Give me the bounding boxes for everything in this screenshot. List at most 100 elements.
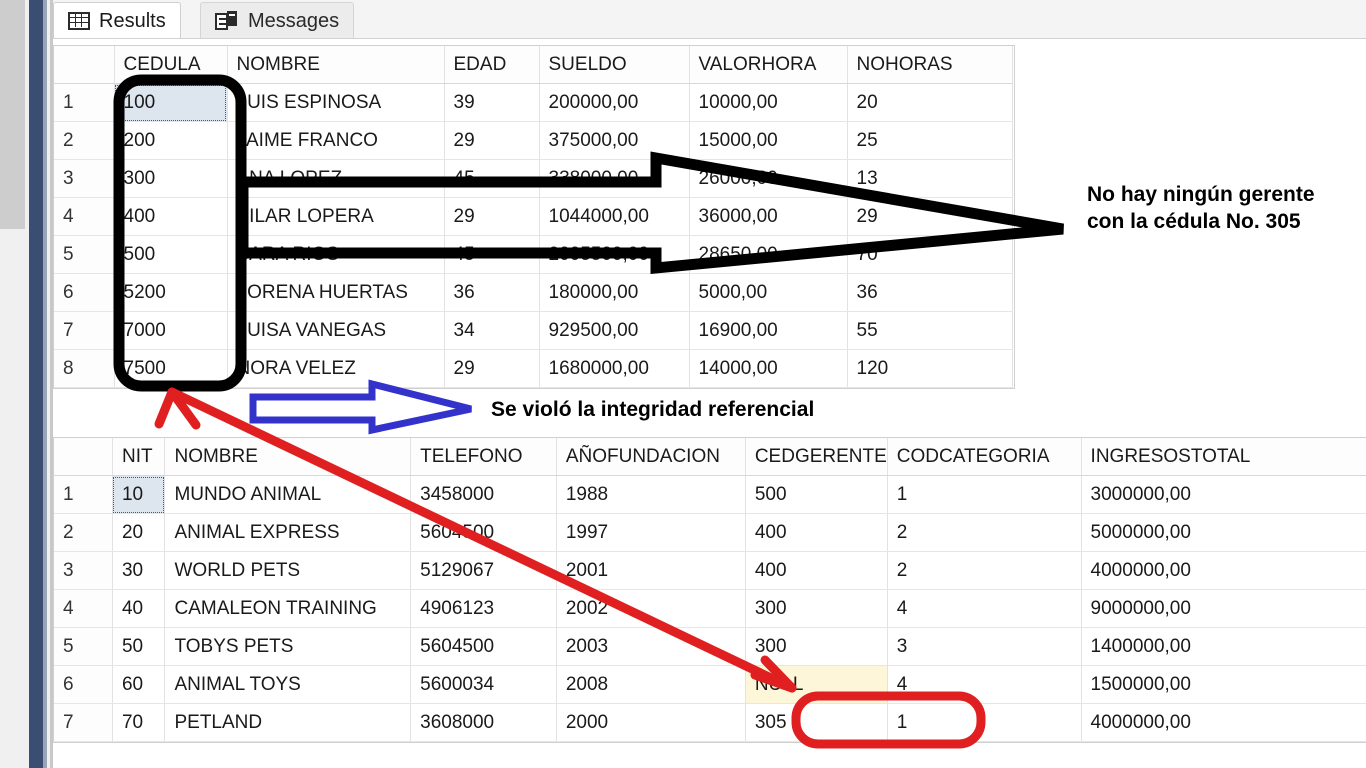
table-cell[interactable]: 28650,00: [689, 235, 848, 274]
table-row[interactable]: 2 200 JAIME FRANCO 29 375000,00 15000,00 25: [54, 121, 1013, 160]
table-cell[interactable]: 7500: [114, 349, 228, 388]
table-cell[interactable]: 2008: [556, 665, 746, 704]
table-cell[interactable]: 300: [114, 159, 228, 198]
row-number[interactable]: 2: [54, 513, 113, 552]
row-number[interactable]: 1: [54, 475, 113, 514]
row-number[interactable]: 4: [54, 197, 115, 236]
table-cell[interactable]: 10000,00: [689, 83, 848, 122]
table-cell[interactable]: LUISA VANEGAS: [227, 311, 445, 350]
table-cell[interactable]: 120: [847, 349, 1013, 388]
table-cell[interactable]: CAMALEON TRAINING: [164, 589, 412, 628]
table-cell[interactable]: PETLAND: [164, 703, 412, 742]
table-cell[interactable]: 10: [112, 475, 166, 514]
column-header-añofundacion[interactable]: AÑOFUNDACION: [556, 438, 746, 476]
table-cell[interactable]: 29: [444, 121, 540, 160]
tab-results[interactable]: Results: [53, 2, 181, 38]
table-cell[interactable]: 4906123: [410, 589, 557, 628]
table-cell[interactable]: 36: [444, 273, 540, 312]
row-number[interactable]: 5: [54, 627, 113, 666]
column-header-sueldo[interactable]: SUELDO: [539, 46, 690, 84]
table-cell[interactable]: JAIME FRANCO: [227, 121, 445, 160]
table-cell[interactable]: 25: [847, 121, 1013, 160]
table-cell[interactable]: 2002: [556, 589, 746, 628]
table-cell[interactable]: 34: [444, 311, 540, 350]
table-cell[interactable]: 5600034: [410, 665, 557, 704]
table-cell[interactable]: TOBYS PETS: [164, 627, 412, 666]
table-cell[interactable]: MUNDO ANIMAL: [164, 475, 412, 514]
table-row[interactable]: 3 300 ANA LOPEZ 45 338000,00 26000,00 13: [54, 159, 1013, 198]
table-cell[interactable]: LUIS ESPINOSA: [227, 83, 445, 122]
table-cell[interactable]: 7000: [114, 311, 228, 350]
table-cell[interactable]: 305: [745, 703, 888, 742]
table-cell[interactable]: NORA VELEZ: [227, 349, 445, 388]
table-cell[interactable]: 1500000,00: [1081, 665, 1366, 704]
table-cell[interactable]: 400: [745, 551, 888, 590]
table-cell[interactable]: 29: [444, 197, 540, 236]
table-cell[interactable]: 5200: [114, 273, 228, 312]
column-header-nombre[interactable]: NOMBRE: [227, 46, 445, 84]
column-header-nohoras[interactable]: NOHORAS: [847, 46, 1013, 84]
table-cell[interactable]: 2: [887, 551, 1082, 590]
row-number[interactable]: 3: [54, 159, 115, 198]
table-cell[interactable]: ANIMAL EXPRESS: [164, 513, 412, 552]
table-cell[interactable]: 500: [114, 235, 228, 274]
column-header-nit[interactable]: NIT: [112, 438, 166, 476]
table-row[interactable]: 5 50 TOBYS PETS 5604500 2003 300 3 1400000,00: [54, 627, 1366, 666]
table-cell[interactable]: NULL: [745, 665, 888, 704]
column-header-valorhora[interactable]: VALORHORA: [689, 46, 848, 84]
table-cell[interactable]: 26000,00: [689, 159, 848, 198]
table-cell[interactable]: 400: [745, 513, 888, 552]
column-header-nombre[interactable]: NOMBRE: [164, 438, 412, 476]
table-cell[interactable]: ANA LOPEZ: [227, 159, 445, 198]
table-row[interactable]: 8 7500 NORA VELEZ 29 1680000,00 14000,00 120: [54, 349, 1013, 388]
row-number[interactable]: 2: [54, 121, 115, 160]
table-cell[interactable]: 29: [444, 349, 540, 388]
table-cell[interactable]: 1400000,00: [1081, 627, 1366, 666]
column-header-ingresostotal[interactable]: INGRESOSTOTAL: [1081, 438, 1366, 476]
row-number[interactable]: 3: [54, 551, 113, 590]
table-cell[interactable]: 929500,00: [539, 311, 690, 350]
tab-messages[interactable]: Messages: [200, 2, 355, 38]
table-cell[interactable]: 100: [114, 83, 228, 122]
row-number[interactable]: 6: [54, 665, 113, 704]
table-cell[interactable]: 4: [887, 665, 1082, 704]
table-cell[interactable]: WORLD PETS: [164, 551, 412, 590]
table-cell[interactable]: 29: [847, 197, 1013, 236]
table-cell[interactable]: LORENA HUERTAS: [227, 273, 445, 312]
table-cell[interactable]: 3000000,00: [1081, 475, 1366, 514]
table-cell[interactable]: 1988: [556, 475, 746, 514]
table-cell[interactable]: 30: [112, 551, 166, 590]
table-row[interactable]: 4 400 PILAR LOPERA 29 1044000,00 36000,00 29: [54, 197, 1013, 236]
table-cell[interactable]: 20: [847, 83, 1013, 122]
outer-scrollbar-track[interactable]: [0, 0, 25, 768]
column-header-edad[interactable]: EDAD: [444, 46, 540, 84]
table-cell[interactable]: 60: [112, 665, 166, 704]
table-cell[interactable]: 45: [444, 235, 540, 274]
table-row[interactable]: 1 100 LUIS ESPINOSA 39 200000,00 10000,00 20: [54, 83, 1013, 122]
table-cell[interactable]: 2003: [556, 627, 746, 666]
table-cell[interactable]: 200000,00: [539, 83, 690, 122]
table-cell[interactable]: 70: [847, 235, 1013, 274]
table-cell[interactable]: 5604500: [410, 513, 557, 552]
table-row[interactable]: 7 70 PETLAND 3608000 2000 305 1 4000000,00: [54, 703, 1366, 742]
table-cell[interactable]: 36000,00: [689, 197, 848, 236]
result-grid-empresas[interactable]: NIT NOMBRE TELEFONO AÑOFUNDACION CEDGERENTE C…: [53, 437, 1366, 743]
table-row[interactable]: 6 5200 LORENA HUERTAS 36 180000,00 5000,00 36: [54, 273, 1013, 312]
table-cell[interactable]: ANIMAL TOYS: [164, 665, 412, 704]
table-cell[interactable]: 40: [112, 589, 166, 628]
table-cell[interactable]: 36: [847, 273, 1013, 312]
table-cell[interactable]: 5000000,00: [1081, 513, 1366, 552]
table-cell[interactable]: 5129067: [410, 551, 557, 590]
table-row[interactable]: 1 10 MUNDO ANIMAL 3458000 1988 500 1 3000000,00: [54, 475, 1366, 514]
table-cell[interactable]: PILAR LOPERA: [227, 197, 445, 236]
table-cell[interactable]: 180000,00: [539, 273, 690, 312]
table-cell[interactable]: 5604500: [410, 627, 557, 666]
table-row[interactable]: 5 500 SARA RIOS 45 2005500,00 28650,00 70: [54, 235, 1013, 274]
row-number[interactable]: 7: [54, 311, 115, 350]
table-cell[interactable]: 1: [887, 475, 1082, 514]
table-row[interactable]: 3 30 WORLD PETS 5129067 2001 400 2 4000000,00: [54, 551, 1366, 590]
table-cell[interactable]: 4000000,00: [1081, 551, 1366, 590]
table-cell[interactable]: 300: [745, 627, 888, 666]
table-cell[interactable]: 3458000: [410, 475, 557, 514]
table-cell[interactable]: 3608000: [410, 703, 557, 742]
